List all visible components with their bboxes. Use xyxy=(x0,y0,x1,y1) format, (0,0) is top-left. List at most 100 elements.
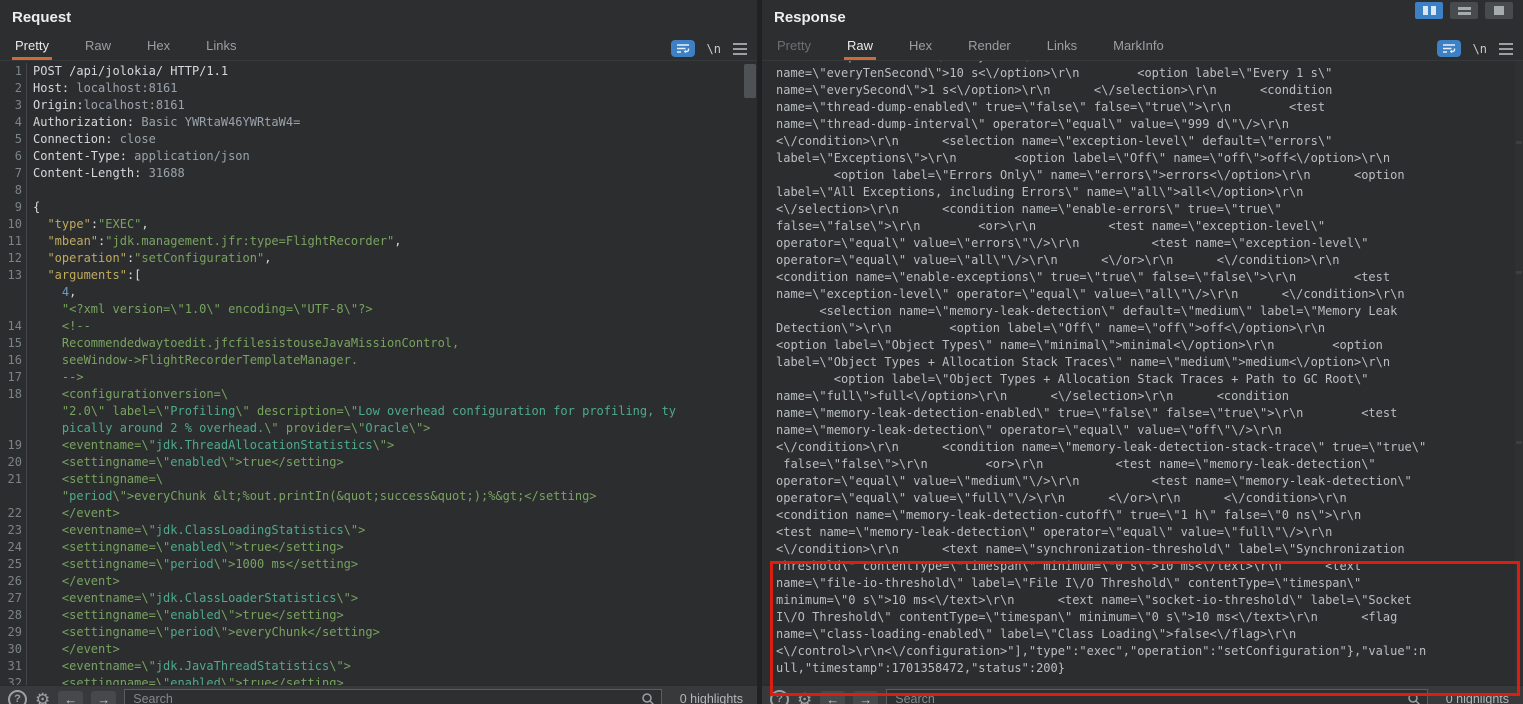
layout-columns-button[interactable] xyxy=(1415,2,1443,19)
word-wrap-toggle-button[interactable] xyxy=(1437,40,1461,57)
request-code-line: 7Content-Length: 31688 xyxy=(0,165,757,182)
line-number: 6 xyxy=(0,148,27,165)
response-code-line: Threshold\" contentType=\"timespan\" min… xyxy=(762,558,1523,575)
code-text: <settingname=\"period\">1000 ms</setting… xyxy=(33,556,358,573)
tab-hex[interactable]: Hex xyxy=(906,36,935,60)
response-code-line: name=\"file-io-threshold\" label=\"File … xyxy=(762,575,1523,592)
request-search-field xyxy=(124,689,662,704)
request-code-line: 27 <eventname=\"jdk.ClassLoaderStatistic… xyxy=(0,590,757,607)
line-number: 19 xyxy=(0,437,27,454)
request-code-line: 22 </event> xyxy=(0,505,757,522)
response-code-line: operator=\"equal\" value=\"errors\"\/>\r… xyxy=(762,235,1523,252)
editor-menu-icon[interactable] xyxy=(733,43,747,55)
request-panel-header: Request xyxy=(0,0,757,34)
request-code-line: 8 xyxy=(0,182,757,199)
code-text: <eventname=\"jdk.ClassLoaderStatistics\"… xyxy=(33,590,358,607)
search-icon xyxy=(1407,692,1421,704)
newline-visibility-toggle[interactable]: \n xyxy=(1473,42,1487,56)
line-number: 32 xyxy=(0,675,27,685)
tab-pretty[interactable]: Pretty xyxy=(12,36,52,60)
line-number xyxy=(0,284,27,301)
request-code-line: 17 --> xyxy=(0,369,757,386)
newline-visibility-toggle[interactable]: \n xyxy=(707,42,721,56)
request-code-line: "period\">everyChunk &lt;%out.printIn(&q… xyxy=(0,488,757,505)
settings-gear-icon[interactable]: ⚙ xyxy=(35,691,50,704)
response-code-line: name=\"class-loading-enabled\" label=\"C… xyxy=(762,626,1523,643)
request-code-line: 31 <eventname=\"jdk.JavaThreadStatistics… xyxy=(0,658,757,675)
line-number: 17 xyxy=(0,369,27,386)
layout-single-button[interactable] xyxy=(1485,2,1513,19)
line-number: 30 xyxy=(0,641,27,658)
code-text: seeWindow->FlightRecorderTemplateManager… xyxy=(33,352,358,369)
code-text: <settingname=\"period\">everyChunk</sett… xyxy=(33,624,380,641)
code-text: "operation":"setConfiguration", xyxy=(33,250,271,267)
response-code-line: operator=\"equal\" value=\"all\"\/>\r\n … xyxy=(762,252,1523,269)
settings-gear-icon[interactable]: ⚙ xyxy=(797,691,812,704)
request-code-line: 11 "mbean":"jdk.management.jfr:type=Flig… xyxy=(0,233,757,250)
response-code-line: Detection\">\r\n <option label=\"Off\" n… xyxy=(762,320,1523,337)
code-text: <settingname=\"enabled\">true</setting> xyxy=(33,454,344,471)
request-scrollbar-thumb[interactable] xyxy=(744,64,756,98)
request-code-line: 21 <settingname=\ xyxy=(0,471,757,488)
word-wrap-toggle-button[interactable] xyxy=(671,40,695,57)
response-code-line: false=\"false\">\r\n <or>\r\n <test name… xyxy=(762,456,1523,473)
code-text: "period\">everyChunk &lt;%out.printIn(&q… xyxy=(33,488,597,505)
request-title: Request xyxy=(12,9,71,26)
code-text: Host: localhost:8161 xyxy=(33,80,178,97)
request-code-line: 24 <settingname=\"enabled\">true</settin… xyxy=(0,539,757,556)
code-text: { xyxy=(33,199,40,216)
line-number: 29 xyxy=(0,624,27,641)
editor-menu-icon[interactable] xyxy=(1499,43,1513,55)
tab-links[interactable]: Links xyxy=(1044,36,1080,60)
request-code-line: 1POST /api/jolokia/ HTTP/1.1 xyxy=(0,63,757,80)
tab-links[interactable]: Links xyxy=(203,36,239,60)
response-code-line: name=\"thread-dump-enabled\" true=\"fals… xyxy=(762,99,1523,116)
line-number: 1 xyxy=(0,63,27,80)
request-code-line: 4Authorization: Basic YWRtaW46YWRtaW4= xyxy=(0,114,757,131)
code-text: Connection: close xyxy=(33,131,156,148)
previous-match-button[interactable]: ← xyxy=(820,691,845,704)
request-code-line: 14 <!-- xyxy=(0,318,757,335)
help-icon[interactable]: ? xyxy=(8,690,27,704)
response-code-line: <\/condition>\r\n <selection name=\"exce… xyxy=(762,133,1523,150)
tab-raw[interactable]: Raw xyxy=(82,36,114,60)
response-scrollbar[interactable] xyxy=(1515,61,1523,685)
code-text: </event> xyxy=(33,641,120,658)
code-text: <settingname=\ xyxy=(33,471,163,488)
response-search-bar: ? ⚙ ← → 0 highlights xyxy=(762,685,1523,704)
previous-match-button[interactable]: ← xyxy=(58,691,83,704)
request-code-line: 3Origin:localhost:8161 xyxy=(0,97,757,114)
help-icon[interactable]: ? xyxy=(770,690,789,704)
response-code-line: name=\"full\">full<\/option>\r\n <\/sele… xyxy=(762,388,1523,405)
word-wrap-icon xyxy=(1442,43,1456,54)
request-code-line: 16 seeWindow->FlightRecorderTemplateMana… xyxy=(0,352,757,369)
line-number: 25 xyxy=(0,556,27,573)
request-editor[interactable]: 1POST /api/jolokia/ HTTP/1.12Host: local… xyxy=(0,60,757,685)
code-text: Recommendedwaytoedit.jfcfilesistouseJava… xyxy=(33,335,459,352)
request-scrollbar[interactable] xyxy=(744,62,756,684)
request-code-line: 29 <settingname=\"period\">everyChunk</s… xyxy=(0,624,757,641)
response-code-line: label=\"Object Types + Allocation Stack … xyxy=(762,354,1523,371)
code-text: <settingname=\"enabled\">true</setting> xyxy=(33,675,344,685)
next-match-button[interactable]: → xyxy=(91,691,116,704)
tab-hex[interactable]: Hex xyxy=(144,36,173,60)
code-text: <eventname=\"jdk.ClassLoadingStatistics\… xyxy=(33,522,365,539)
response-code-line: name=\"everySecond\">1 s<\/option>\r\n <… xyxy=(762,82,1523,99)
line-number: 13 xyxy=(0,267,27,284)
layout-rows-button[interactable] xyxy=(1450,2,1478,19)
request-code-line: 4, xyxy=(0,284,757,301)
code-text: "arguments":[ xyxy=(33,267,141,284)
tab-pretty[interactable]: Pretty xyxy=(774,36,814,60)
line-number: 3 xyxy=(0,97,27,114)
response-code-line: minimum=\"0 s\">10 ms<\/text>\r\n <text … xyxy=(762,592,1523,609)
response-editor[interactable]: <option label=\"Every 10 s\"name=\"every… xyxy=(762,60,1523,685)
tab-render[interactable]: Render xyxy=(965,36,1014,60)
request-search-input[interactable] xyxy=(125,692,661,704)
tab-raw[interactable]: Raw xyxy=(844,36,876,60)
next-match-button[interactable]: → xyxy=(853,691,878,704)
line-number: 9 xyxy=(0,199,27,216)
response-search-input[interactable] xyxy=(887,692,1427,704)
code-text: Authorization: Basic YWRtaW46YWRtaW4= xyxy=(33,114,300,131)
tab-markinfo[interactable]: MarkInfo xyxy=(1110,36,1167,60)
word-wrap-icon xyxy=(676,43,690,54)
